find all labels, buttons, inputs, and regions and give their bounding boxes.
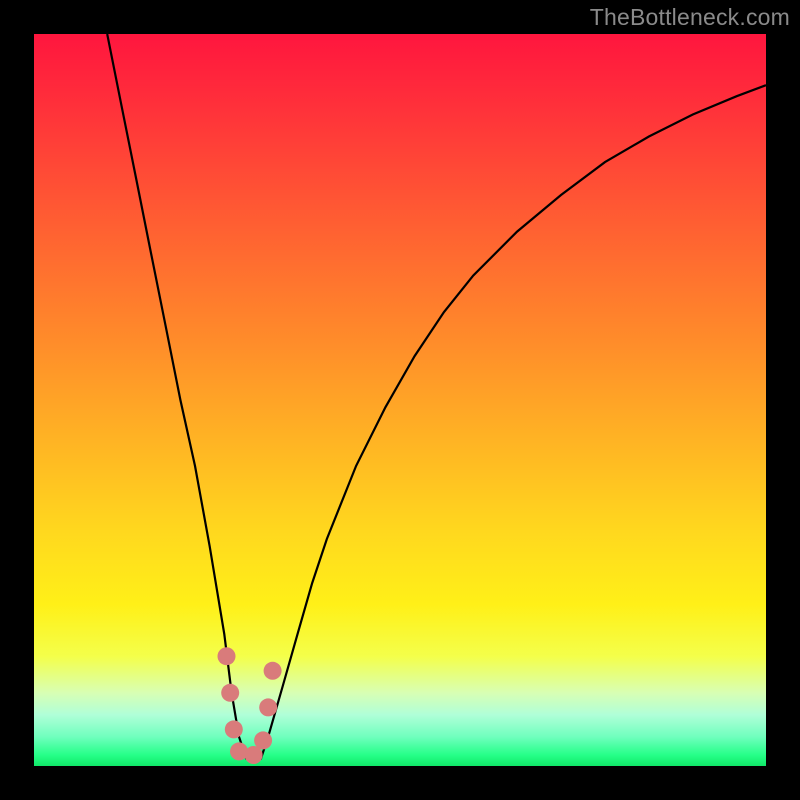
data-dot — [264, 662, 282, 680]
watermark: TheBottleneck.com — [590, 4, 790, 31]
plot-area — [34, 34, 766, 766]
data-dot — [225, 720, 243, 738]
curve-layer — [34, 34, 766, 766]
data-dot — [218, 647, 236, 665]
data-dot — [259, 698, 277, 716]
data-dots — [218, 647, 282, 764]
chart-frame: TheBottleneck.com — [0, 0, 800, 800]
data-dot — [254, 731, 272, 749]
data-dot — [221, 684, 239, 702]
bottleneck-curve — [107, 34, 766, 762]
